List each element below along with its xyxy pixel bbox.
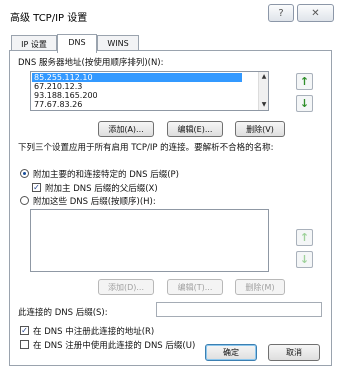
dialog-window: 高级 TCP/IP 设置 ? ✕ IP 设置 DNS WINS DNS 服务器地… <box>0 0 341 376</box>
suffix-move-down-button[interactable]: ↓ <box>296 251 313 268</box>
ok-button[interactable]: 确定 <box>205 344 257 361</box>
remove-server-button[interactable]: 删除(V) <box>235 121 285 137</box>
checkbox-use-suffix-label: 在 DNS 注册中使用此连接的 DNS 后缀(U) <box>33 341 196 351</box>
help-button[interactable]: ? <box>268 4 294 22</box>
edit-suffix-button[interactable]: 编辑(T)... <box>167 279 223 295</box>
checkbox-append-parent[interactable]: ✓ <box>32 183 41 192</box>
dns-suffix-list[interactable] <box>30 209 269 272</box>
tab-label: DNS <box>68 38 86 47</box>
dns-server-list[interactable]: 85.255.112.10 67.210.12.3 93.188.165.200… <box>30 71 269 111</box>
scroll-up-icon[interactable]: ▲ <box>260 73 268 81</box>
tab-label: IP 设置 <box>21 40 47 49</box>
remove-suffix-button[interactable]: 删除(M) <box>235 279 285 295</box>
radio-append-suffixes-label: 附加这些 DNS 后缀(按顺序)(H): <box>33 197 156 207</box>
tab-dns[interactable]: DNS <box>57 34 97 53</box>
window-title: 高级 TCP/IP 设置 <box>10 13 88 24</box>
dns-server-list-label: DNS 服务器地址(按使用顺序排列)(N): <box>18 58 164 68</box>
radio-append-primary-label: 附加主要的和连接特定的 DNS 后缀(P) <box>33 170 179 180</box>
help-icon: ? <box>278 7 284 19</box>
list-item[interactable]: 77.67.83.26 <box>32 100 82 109</box>
radio-append-suffixes[interactable] <box>20 196 29 205</box>
move-up-button[interactable]: ↑ <box>296 73 313 90</box>
list-item[interactable]: 85.255.112.10 <box>32 73 242 82</box>
edit-server-button[interactable]: 编辑(E)... <box>167 121 223 137</box>
move-down-button[interactable]: ↓ <box>296 95 313 112</box>
checkbox-register-address[interactable]: ✓ <box>20 326 29 335</box>
down-arrow-icon: ↓ <box>299 97 310 110</box>
scroll-down-icon[interactable]: ▼ <box>260 101 268 109</box>
tab-label: WINS <box>107 39 129 48</box>
settings-description: 下列三个设置应用于所有启用 TCP/IP 的连接。要解析不合格的名称: <box>18 143 274 153</box>
up-arrow-icon: ↑ <box>299 75 310 88</box>
dns-tab-panel: DNS 服务器地址(按使用顺序排列)(N): 85.255.112.10 67.… <box>9 50 332 366</box>
list-item[interactable]: 93.188.165.200 <box>32 91 98 100</box>
title-bar: 高级 TCP/IP 设置 ? ✕ <box>0 0 341 32</box>
suffix-move-up-button[interactable]: ↑ <box>296 229 313 246</box>
list-scrollbar[interactable]: ▲ ▼ <box>258 72 268 110</box>
close-button[interactable]: ✕ <box>297 4 334 22</box>
down-arrow-icon: ↓ <box>299 253 310 266</box>
close-icon: ✕ <box>311 7 320 19</box>
checkbox-use-suffix[interactable] <box>20 340 29 349</box>
dialog-client: IP 设置 DNS WINS DNS 服务器地址(按使用顺序排列)(N): 85… <box>7 32 334 369</box>
checkbox-register-address-label: 在 DNS 中注册此连接的地址(R) <box>33 327 155 337</box>
add-server-button[interactable]: 添加(A)... <box>98 121 154 137</box>
radio-append-primary[interactable] <box>20 169 29 178</box>
connection-suffix-input[interactable] <box>156 302 322 317</box>
connection-suffix-label: 此连接的 DNS 后缀(S): <box>18 308 108 318</box>
list-item[interactable]: 67.210.12.3 <box>32 82 82 91</box>
cancel-button[interactable]: 取消 <box>268 344 320 361</box>
add-suffix-button[interactable]: 添加(D)... <box>98 279 154 295</box>
up-arrow-icon: ↑ <box>299 231 310 244</box>
checkbox-append-parent-label: 附加主 DNS 后缀的父后缀(X) <box>45 184 158 194</box>
